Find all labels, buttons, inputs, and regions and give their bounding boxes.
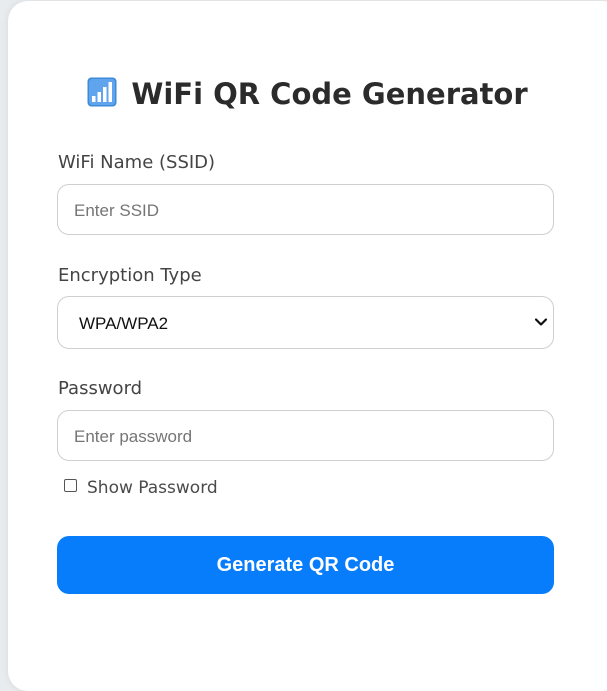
form-card: WiFi QR Code Generator WiFi Name (SSID) … [8, 1, 607, 691]
ssid-placeholder: Enter SSID [74, 201, 160, 220]
ssid-label: WiFi Name (SSID) [58, 152, 216, 173]
chevron-down-icon [534, 318, 548, 326]
page-title-text: WiFi QR Code Generator [131, 77, 528, 111]
encryption-select[interactable]: WPA/WPA2 [57, 296, 554, 349]
bar-chart-icon [87, 77, 117, 107]
password-label: Password [58, 378, 143, 399]
show-password-label[interactable]: Show Password [87, 476, 218, 500]
encryption-selected-value: WPA/WPA2 [79, 314, 169, 333]
password-placeholder: Enter password [74, 427, 193, 446]
password-input[interactable]: Enter password [57, 410, 554, 461]
generate-qr-button[interactable]: Generate QR Code [57, 536, 554, 594]
encryption-label: Encryption Type [58, 265, 202, 286]
page-title: WiFi QR Code Generator [8, 72, 607, 116]
ssid-input[interactable]: Enter SSID [57, 184, 554, 235]
show-password-checkbox[interactable] [64, 479, 77, 492]
